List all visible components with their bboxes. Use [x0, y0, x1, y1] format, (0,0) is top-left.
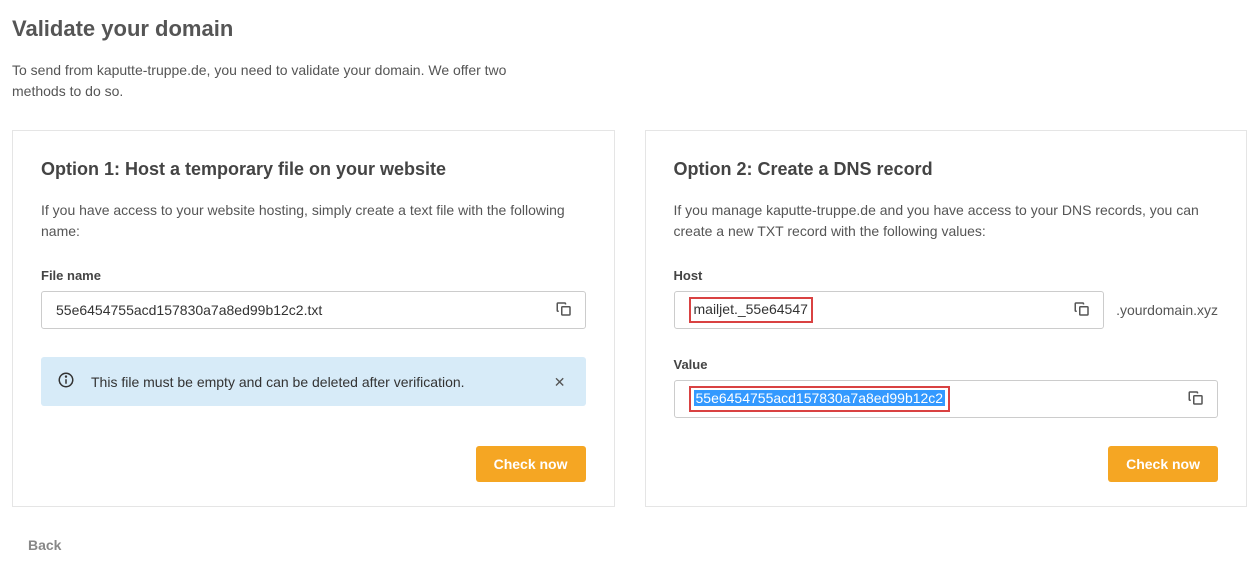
option2-desc: If you manage kaputte-truppe.de and you … [674, 200, 1219, 242]
back-link[interactable]: Back [28, 537, 61, 553]
host-suffix: .yourdomain.xyz [1116, 302, 1218, 318]
value-label: Value [674, 357, 1219, 372]
copy-file-button[interactable] [551, 296, 577, 325]
file-name-input[interactable]: 55e6454755acd157830a7a8ed99b12c2.txt [41, 291, 586, 329]
host-value: mailjet._55e64547 [689, 297, 813, 323]
option1-desc: If you have access to your website hosti… [41, 200, 586, 242]
option1-card: Option 1: Host a temporary file on your … [12, 130, 615, 507]
value-red-box: 55e6454755acd157830a7a8ed99b12c2 [689, 386, 951, 412]
close-icon: ✕ [554, 374, 566, 390]
copy-value-button[interactable] [1183, 385, 1209, 414]
info-message: This file must be empty and can be delet… [91, 374, 534, 390]
host-input[interactable]: mailjet._55e64547 [674, 291, 1105, 329]
page-title: Validate your domain [12, 16, 1247, 42]
check-now-button-option1[interactable]: Check now [476, 446, 586, 482]
copy-host-button[interactable] [1069, 296, 1095, 325]
option2-heading: Option 2: Create a DNS record [674, 159, 1219, 180]
copy-icon [555, 300, 573, 321]
copy-icon [1187, 389, 1205, 410]
value-input[interactable]: 55e6454755acd157830a7a8ed99b12c2 [674, 380, 1219, 418]
info-alert: This file must be empty and can be delet… [41, 357, 586, 406]
copy-icon [1073, 300, 1091, 321]
check-now-button-option2[interactable]: Check now [1108, 446, 1218, 482]
option1-heading: Option 1: Host a temporary file on your … [41, 159, 586, 180]
file-name-label: File name [41, 268, 586, 283]
host-value-wrap: mailjet._55e64547 [689, 297, 1070, 323]
value-wrap: 55e6454755acd157830a7a8ed99b12c2 [689, 386, 1184, 412]
value-selected: 55e6454755acd157830a7a8ed99b12c2 [694, 390, 946, 406]
info-icon [57, 371, 75, 392]
option2-card: Option 2: Create a DNS record If you man… [645, 130, 1248, 507]
page-subtitle: To send from kaputte-truppe.de, you need… [12, 60, 532, 102]
close-info-button[interactable]: ✕ [550, 373, 570, 391]
file-name-value: 55e6454755acd157830a7a8ed99b12c2.txt [56, 302, 551, 318]
host-label: Host [674, 268, 1219, 283]
